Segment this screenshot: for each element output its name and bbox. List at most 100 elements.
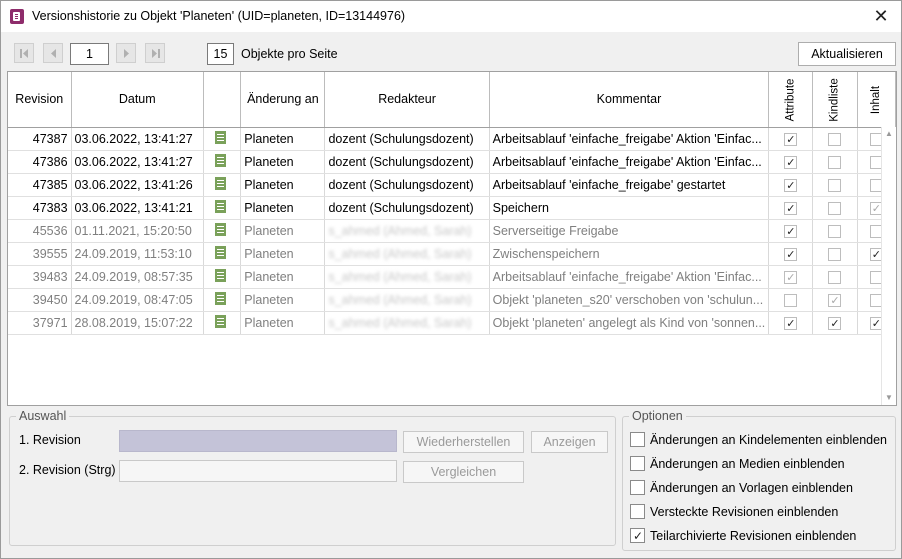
col-header-redakteur[interactable]: Redakteur <box>324 72 490 128</box>
kindliste-checkbox <box>828 224 842 238</box>
attribute-cell <box>768 288 814 312</box>
table-row[interactable]: 47387 03.06.2022, 13:41:27 Planeten dozent … <box>8 127 896 151</box>
option-label: Versteckte Revisionen einblenden <box>650 505 839 519</box>
title-bar: Versionshistorie zu Objekt 'Planeten' (U… <box>1 1 901 32</box>
editor-name: s_ahmed (Ahmed, Sarah) <box>328 246 472 261</box>
table-row[interactable]: 47383 03.06.2022, 13:41:21 Planeten dozent … <box>8 196 896 220</box>
option-item[interactable]: Änderungen an Kindelementen einblenden <box>630 432 887 448</box>
col-header-attribute[interactable]: Attribute <box>768 72 814 128</box>
col-header-type[interactable] <box>203 72 242 128</box>
editor-cell: s_ahmed (Ahmed, Sarah) <box>324 265 490 289</box>
attribute-checkbox <box>784 247 798 261</box>
col-header-datum[interactable]: Datum <box>71 72 205 128</box>
object-cell: Planeten <box>240 288 326 312</box>
attribute-cell <box>768 242 814 266</box>
close-icon[interactable]: ✕ <box>869 4 893 28</box>
type-cell <box>203 311 242 335</box>
revision-table: Revision Datum Änderung an Redakteur Kom… <box>7 71 897 406</box>
type-cell <box>203 196 242 220</box>
date-cell: 24.09.2019, 08:47:05 <box>71 288 205 312</box>
table-row[interactable]: 37971 28.08.2019, 15:07:22 Planeten s_ahmed… <box>8 311 896 335</box>
table-row[interactable]: 47386 03.06.2022, 13:41:27 Planeten dozent … <box>8 150 896 174</box>
document-icon <box>215 245 227 259</box>
per-page-field[interactable]: 15 <box>207 43 234 65</box>
kindliste-checkbox <box>828 270 842 284</box>
col-header-aenderung[interactable]: Änderung an <box>240 72 326 128</box>
object-cell: Planeten <box>240 196 326 220</box>
show-button[interactable]: Anzeigen <box>531 431 608 453</box>
editor-cell: s_ahmed (Ahmed, Sarah) <box>324 311 490 335</box>
option-checkbox[interactable] <box>630 456 645 472</box>
col-header-kindliste[interactable]: Kindliste <box>812 72 858 128</box>
col-header-revision[interactable]: Revision <box>8 72 72 128</box>
document-icon <box>215 222 227 236</box>
revision-cell: 45536 <box>8 219 72 243</box>
table-row[interactable]: 39450 24.09.2019, 08:47:05 Planeten s_ahmed… <box>8 288 896 312</box>
object-cell: Planeten <box>240 242 326 266</box>
prev-page-button[interactable] <box>43 43 63 63</box>
rev1-field[interactable] <box>119 430 397 452</box>
comment-cell: Objekt 'planeten' angelegt als Kind von … <box>489 311 770 335</box>
type-cell <box>203 219 242 243</box>
col-header-kommentar[interactable]: Kommentar <box>489 72 770 128</box>
rev2-field[interactable] <box>119 460 397 482</box>
comment-cell: Speichern <box>489 196 770 220</box>
table-row[interactable]: 47385 03.06.2022, 13:41:26 Planeten dozent … <box>8 173 896 197</box>
attribute-checkbox <box>784 132 798 146</box>
date-cell: 01.11.2021, 15:20:50 <box>71 219 205 243</box>
date-cell: 03.06.2022, 13:41:27 <box>71 150 205 174</box>
kindliste-cell <box>812 265 858 289</box>
restore-button[interactable]: Wiederherstellen <box>403 431 524 453</box>
comment-cell: Arbeitsablauf 'einfache_freigabe' gestar… <box>489 173 770 197</box>
comment-cell: Arbeitsablauf 'einfache_freigabe' Aktion… <box>489 127 770 151</box>
table-row[interactable]: 39555 24.09.2019, 11:53:10 Planeten s_ahmed… <box>8 242 896 266</box>
vertical-scrollbar[interactable]: ▲ ▼ <box>881 127 896 405</box>
col-header-inhalt[interactable]: Inhalt <box>857 72 896 128</box>
comment-cell: Arbeitsablauf 'einfache_freigabe' Aktion… <box>489 150 770 174</box>
type-cell <box>203 127 242 151</box>
attribute-checkbox <box>784 155 798 169</box>
option-item[interactable]: Versteckte Revisionen einblenden <box>630 504 838 520</box>
option-checkbox[interactable] <box>630 480 645 496</box>
type-cell <box>203 288 242 312</box>
compare-button[interactable]: Vergleichen <box>403 461 524 483</box>
object-cell: Planeten <box>240 219 326 243</box>
attribute-cell <box>768 150 814 174</box>
next-page-button[interactable] <box>116 43 136 63</box>
scroll-up-icon[interactable]: ▲ <box>885 130 893 138</box>
editor-cell: dozent (Schulungsdozent) <box>324 173 490 197</box>
editor-name: s_ahmed (Ahmed, Sarah) <box>328 223 472 238</box>
option-checkbox[interactable] <box>630 432 645 448</box>
option-item[interactable]: Änderungen an Vorlagen einblenden <box>630 480 853 496</box>
attribute-cell <box>768 196 814 220</box>
kindliste-checkbox <box>828 201 842 215</box>
revision-cell: 47386 <box>8 150 72 174</box>
kindliste-checkbox <box>828 132 842 146</box>
document-icon <box>215 291 227 305</box>
table-row[interactable]: 39483 24.09.2019, 08:57:35 Planeten s_ahmed… <box>8 265 896 289</box>
option-checkbox[interactable] <box>630 528 645 544</box>
option-item[interactable]: Teilarchivierte Revisionen einblenden <box>630 528 856 544</box>
object-cell: Planeten <box>240 150 326 174</box>
table-row[interactable]: 45536 01.11.2021, 15:20:50 Planeten s_ahmed… <box>8 219 896 243</box>
kindliste-checkbox <box>828 316 842 330</box>
option-item[interactable]: Änderungen an Medien einblenden <box>630 456 845 472</box>
next-page-icon <box>124 49 129 58</box>
editor-name: s_ahmed (Ahmed, Sarah) <box>328 292 472 307</box>
date-cell: 03.06.2022, 13:41:27 <box>71 127 205 151</box>
editor-cell: s_ahmed (Ahmed, Sarah) <box>324 288 490 312</box>
scroll-down-icon[interactable]: ▼ <box>885 394 893 402</box>
option-checkbox[interactable] <box>630 504 645 520</box>
rev2-label: 2. Revision (Strg) <box>19 463 116 477</box>
date-cell: 03.06.2022, 13:41:21 <box>71 196 205 220</box>
document-icon <box>215 130 227 144</box>
comment-cell: Objekt 'planeten_s20' verschoben von 'sc… <box>489 288 770 312</box>
last-page-button[interactable] <box>145 43 165 63</box>
date-cell: 24.09.2019, 11:53:10 <box>71 242 205 266</box>
rev1-label: 1. Revision <box>19 433 81 447</box>
per-page-label: Objekte pro Seite <box>241 47 338 61</box>
page-number-field[interactable]: 1 <box>70 43 109 65</box>
first-page-button[interactable] <box>14 43 34 63</box>
attribute-cell <box>768 311 814 335</box>
refresh-button[interactable]: Aktualisieren <box>798 42 896 66</box>
